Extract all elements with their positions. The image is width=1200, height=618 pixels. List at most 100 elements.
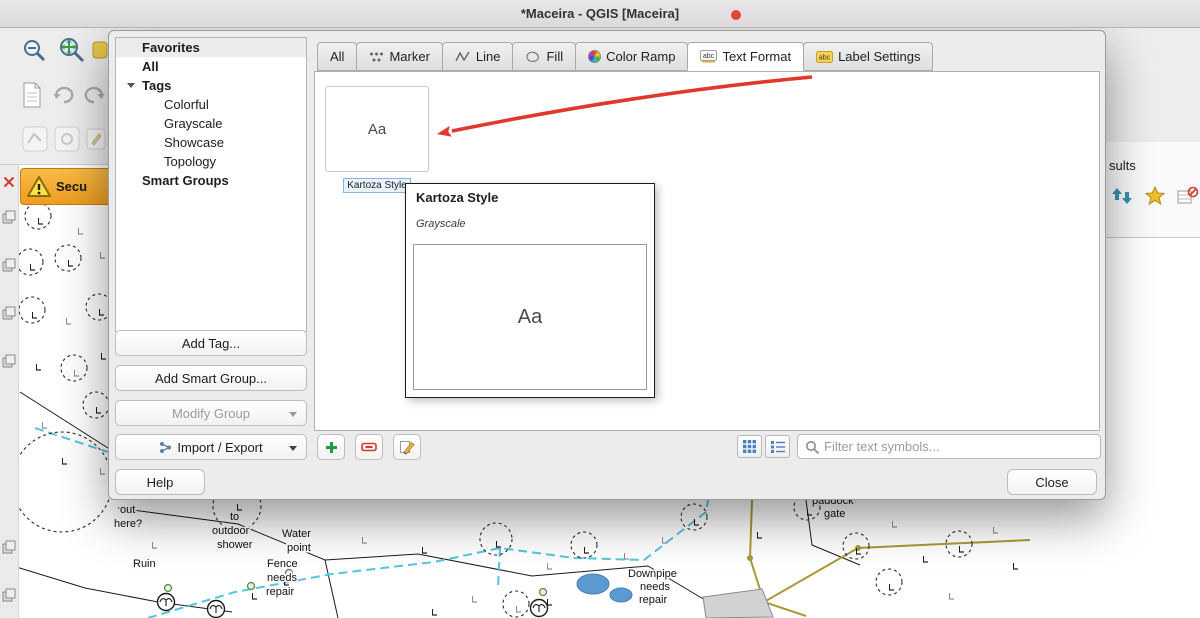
remove-item-button[interactable] — [355, 434, 383, 460]
add-smart-group-label: Add Smart Group... — [155, 371, 267, 386]
group-item-topology[interactable]: Topology — [116, 152, 306, 171]
zoom-out-icon[interactable] — [22, 38, 48, 69]
chevron-down-icon[interactable] — [127, 83, 135, 88]
help-button[interactable]: Help — [115, 469, 205, 495]
edit-item-button[interactable] — [393, 434, 421, 460]
style-groups-tree: Favorites All Tags Colorful Grayscale Sh… — [115, 37, 307, 332]
utility-lines-layer — [750, 500, 1030, 616]
undo-icon[interactable] — [52, 86, 76, 109]
map-label: out — [120, 504, 135, 516]
modify-group-label: Modify Group — [172, 406, 250, 421]
tab-fill[interactable]: Fill — [512, 42, 576, 71]
panel-tab-icon[interactable] — [2, 354, 16, 373]
tab-text-format[interactable]: abc Text Format — [687, 42, 804, 71]
panel-tab-icon[interactable] — [2, 210, 16, 229]
group-item-colorful[interactable]: Colorful — [116, 95, 306, 114]
map-label: repair — [266, 586, 294, 598]
help-label: Help — [147, 475, 174, 490]
tooltip-title: Kartoza Style — [416, 190, 498, 205]
group-label: Favorites — [142, 40, 200, 55]
shrub-symbols — [165, 570, 547, 596]
map-label: to — [230, 511, 239, 523]
panel-tab-icon[interactable] — [2, 588, 16, 607]
tab-label: Line — [476, 49, 501, 64]
map-label: outdoor — [212, 525, 250, 537]
list-view-icon — [771, 441, 785, 453]
window-title-bar: *Maceira - QGIS [Maceira] — [0, 0, 1200, 28]
line-icon — [455, 50, 471, 63]
tab-label: Color Ramp — [606, 49, 675, 64]
map-label: needs — [640, 581, 670, 593]
modify-group-button[interactable]: Modify Group — [115, 400, 307, 426]
label-settings-icon: abc — [816, 51, 833, 63]
map-label: gate — [824, 508, 845, 520]
close-icon[interactable] — [3, 175, 15, 193]
svg-text:abc: abc — [819, 54, 831, 61]
export-results-icon[interactable] — [1111, 186, 1133, 211]
map-label: Fence — [267, 558, 298, 570]
results-panel-title: sults — [1109, 158, 1136, 173]
group-label: Smart Groups — [142, 173, 229, 188]
window-title: *Maceira - QGIS [Maceira] — [0, 0, 1200, 27]
filter-input[interactable] — [798, 435, 1100, 458]
map-label: Ruin — [133, 558, 156, 570]
tab-label: Text Format — [722, 49, 791, 64]
digitize-tool-icon[interactable] — [22, 126, 48, 157]
clear-results-icon[interactable] — [1177, 186, 1199, 211]
map-label: shower — [217, 539, 253, 551]
map-label: Downpipe — [628, 568, 677, 580]
group-item-tags[interactable]: Tags — [116, 76, 306, 95]
panel-tab-icon[interactable] — [2, 540, 16, 559]
tab-all[interactable]: All — [317, 42, 357, 71]
import-export-label: Import / Export — [177, 440, 262, 455]
fill-icon — [525, 50, 541, 63]
redo-icon[interactable] — [82, 86, 106, 109]
group-item-showcase[interactable]: Showcase — [116, 133, 306, 152]
zoom-full-extent-icon[interactable] — [58, 36, 86, 69]
pond-shapes — [577, 574, 632, 602]
group-item-all[interactable]: All — [116, 57, 306, 76]
close-button[interactable]: Close — [1007, 469, 1097, 495]
color-ramp-icon — [588, 50, 601, 63]
add-item-button[interactable] — [317, 434, 345, 460]
style-item-card[interactable]: Aa — [325, 86, 429, 172]
group-item-smart-groups[interactable]: Smart Groups — [116, 171, 306, 190]
edit-tool-icon[interactable] — [86, 128, 106, 155]
tab-label-settings[interactable]: abc Label Settings — [803, 42, 933, 71]
tab-label: Label Settings — [838, 49, 920, 64]
tab-line[interactable]: Line — [442, 42, 514, 71]
grid-view-icon — [743, 440, 756, 453]
panel-tab-icon[interactable] — [2, 258, 16, 277]
tab-color-ramp[interactable]: Color Ramp — [575, 42, 688, 71]
pencil-icon — [399, 439, 415, 455]
group-label: Colorful — [164, 97, 209, 112]
chevron-down-icon — [289, 446, 297, 451]
warning-icon — [26, 175, 52, 199]
move-feature-tool-icon[interactable] — [54, 126, 80, 157]
panel-tab-icon[interactable] — [2, 306, 16, 325]
group-item-favorites[interactable]: Favorites — [116, 38, 306, 57]
left-panel-strip — [0, 165, 19, 618]
share-icon — [159, 441, 172, 454]
list-view-button[interactable] — [765, 435, 790, 458]
tab-marker[interactable]: Marker — [356, 42, 442, 71]
group-label: Topology — [164, 154, 216, 169]
group-item-grayscale[interactable]: Grayscale — [116, 114, 306, 133]
favorite-icon[interactable] — [1145, 186, 1165, 211]
tab-label: Marker — [389, 49, 429, 64]
style-type-tabs: All Marker Line Fill Color Ramp abc Text… — [317, 42, 932, 71]
map-label: point — [287, 542, 311, 554]
map-label: repair — [639, 594, 667, 606]
add-tag-button[interactable]: Add Tag... — [115, 330, 307, 356]
message-bar: Secu — [20, 168, 110, 205]
marker-icon — [369, 51, 384, 63]
import-export-button[interactable]: Import / Export — [115, 434, 307, 460]
add-smart-group-button[interactable]: Add Smart Group... — [115, 365, 307, 391]
style-item-preview: Aa — [368, 121, 386, 138]
red-dot-icon — [731, 10, 741, 20]
new-layout-icon[interactable] — [22, 82, 42, 113]
search-icon — [805, 440, 820, 455]
filter-field — [797, 434, 1101, 459]
icon-view-button[interactable] — [737, 435, 762, 458]
zoom-last-icon[interactable] — [92, 40, 108, 65]
